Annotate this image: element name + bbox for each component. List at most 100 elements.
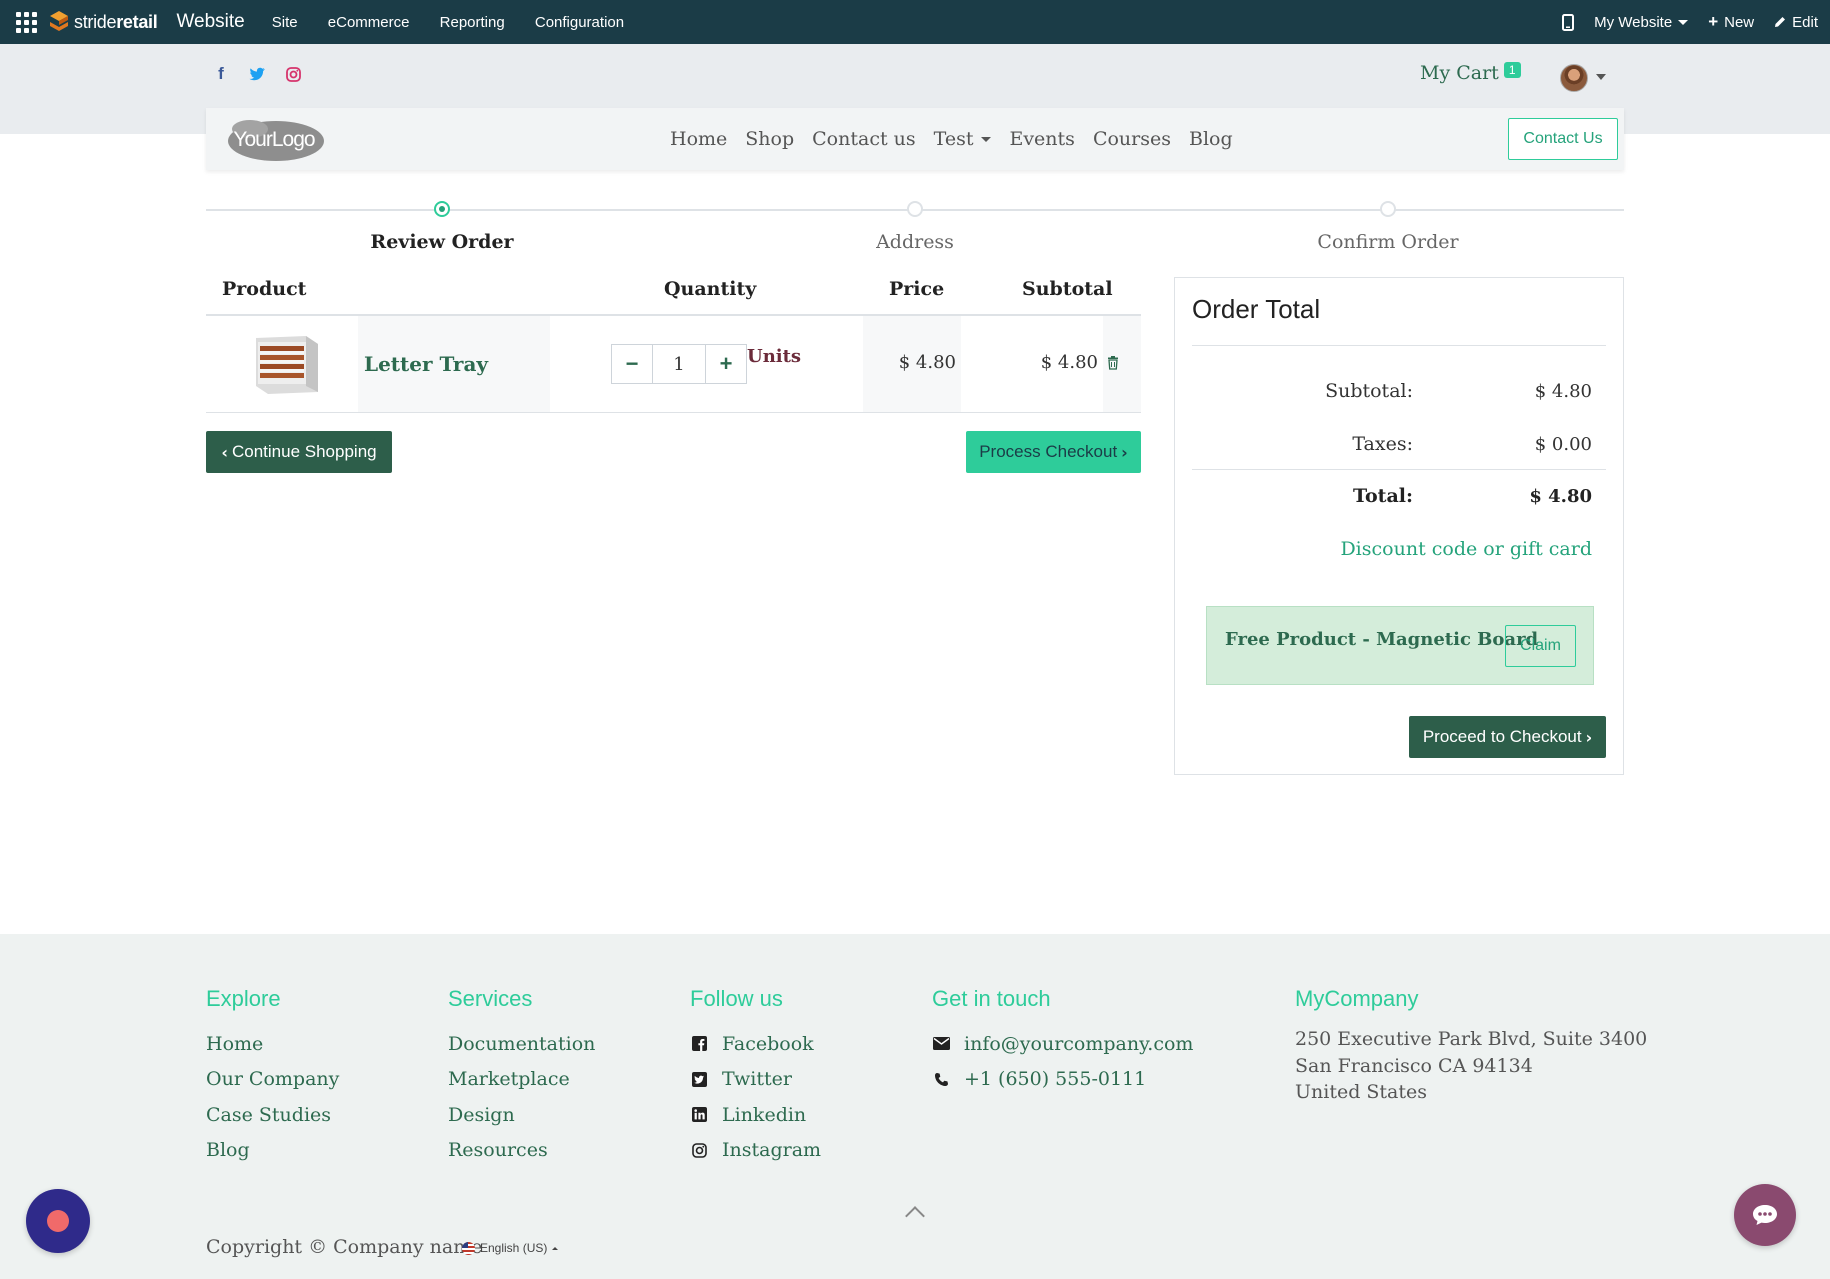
- step-dot-confirm-order: [1380, 201, 1396, 217]
- chevron-down-icon[interactable]: [1596, 74, 1606, 80]
- menu-site[interactable]: Site: [272, 14, 298, 31]
- footer-services-title: Services: [448, 986, 533, 1011]
- claim-button[interactable]: Claim: [1505, 625, 1576, 667]
- footer-address-line: San Francisco CA 94134: [1295, 1054, 1533, 1077]
- chevron-right-icon: ›: [1121, 442, 1128, 462]
- header-price: Price: [889, 278, 945, 300]
- discount-code-link[interactable]: Discount code or gift card: [1340, 538, 1592, 560]
- footer-facebook-label: Facebook: [722, 1032, 814, 1055]
- proceed-to-checkout-button[interactable]: Proceed to Checkout ›: [1409, 716, 1606, 758]
- menu-configuration[interactable]: Configuration: [535, 14, 624, 31]
- nav-courses[interactable]: Courses: [1093, 128, 1171, 150]
- my-cart-label: My Cart: [1420, 62, 1499, 84]
- nav-shop[interactable]: Shop: [745, 128, 794, 150]
- language-label: English (US): [480, 1241, 548, 1255]
- footer-link-design[interactable]: Design: [448, 1097, 595, 1133]
- website-selector[interactable]: My Website: [1594, 13, 1689, 31]
- footer-get-in-touch: Get in touch info@yourcompany.com +1 (65…: [932, 986, 1193, 1097]
- process-checkout-button[interactable]: Process Checkout ›: [966, 431, 1141, 473]
- unit-label: Units: [747, 346, 802, 367]
- my-cart-link[interactable]: My Cart 1: [1420, 62, 1521, 84]
- promo-text: Free Product - Magnetic Board: [1225, 629, 1539, 650]
- taxes-label: Taxes:: [1352, 433, 1413, 455]
- footer-link-case-studies[interactable]: Case Studies: [206, 1097, 339, 1133]
- footer-link-blog[interactable]: Blog: [206, 1133, 339, 1169]
- taxes-value: $ 0.00: [1534, 434, 1592, 455]
- website-selector-label: My Website: [1594, 13, 1673, 31]
- header-product: Product: [222, 278, 307, 300]
- continue-shopping-button[interactable]: ‹ Continue Shopping: [206, 431, 392, 473]
- record-button[interactable]: [26, 1189, 90, 1253]
- admin-topbar: strideretail Website Site eCommerce Repo…: [0, 0, 1830, 44]
- quantity-input[interactable]: 1: [653, 344, 705, 384]
- trash-icon[interactable]: [1107, 356, 1119, 370]
- footer-explore: Explore Home Our Company Case Studies Bl…: [206, 986, 339, 1168]
- app-title[interactable]: Website: [176, 11, 244, 33]
- brand-text-bold: retail: [116, 11, 158, 32]
- your-logo[interactable]: YourLogo: [222, 116, 326, 162]
- contact-us-button[interactable]: Contact Us: [1508, 118, 1618, 160]
- continue-shopping-label: Continue Shopping: [231, 442, 377, 461]
- new-button[interactable]: + New: [1708, 12, 1754, 32]
- footer-link-resources[interactable]: Resources: [448, 1133, 595, 1169]
- header-quantity: Quantity: [664, 278, 757, 300]
- plus-icon: +: [1708, 12, 1719, 31]
- footer-link-twitter[interactable]: Twitter: [690, 1062, 821, 1098]
- quantity-increase-button[interactable]: +: [705, 344, 747, 384]
- mobile-preview-icon[interactable]: [1562, 13, 1575, 31]
- total-value: $ 4.80: [1529, 486, 1592, 507]
- menu-ecommerce[interactable]: eCommerce: [328, 14, 410, 31]
- cart-count-badge: 1: [1503, 62, 1521, 78]
- nav-test-dropdown[interactable]: Test: [934, 128, 992, 150]
- chevron-down-icon: [981, 136, 992, 142]
- brand-logo[interactable]: strideretail: [48, 10, 158, 34]
- instagram-icon[interactable]: [284, 65, 302, 83]
- nav-home[interactable]: Home: [670, 128, 727, 150]
- footer-email-link[interactable]: info@yourcompany.com: [932, 1026, 1193, 1062]
- footer-phone-link[interactable]: +1 (650) 555-0111: [932, 1062, 1193, 1098]
- footer-link-marketplace[interactable]: Marketplace: [448, 1062, 595, 1098]
- line-subtotal: $ 4.80: [1040, 352, 1098, 373]
- subtotal-label: Subtotal:: [1325, 380, 1413, 402]
- footer-follow-us: Follow us Facebook Twitter Linkedin Inst…: [690, 986, 821, 1168]
- footer-email-label: info@yourcompany.com: [964, 1032, 1194, 1055]
- footer-link-linkedin[interactable]: Linkedin: [690, 1097, 821, 1133]
- footer-link-instagram[interactable]: Instagram: [690, 1133, 821, 1169]
- edit-button[interactable]: Edit: [1774, 14, 1818, 31]
- nav-events[interactable]: Events: [1009, 128, 1074, 150]
- nav-test-label: Test: [933, 128, 974, 150]
- pencil-icon: [1775, 17, 1786, 27]
- copyright-text: Copyright © Company name: [206, 1236, 483, 1258]
- product-name-link[interactable]: Letter Tray: [364, 352, 488, 376]
- envelope-icon: [932, 1035, 950, 1053]
- admin-topbar-actions: My Website + New Edit: [1562, 0, 1818, 44]
- quantity-stepper: − 1 +: [611, 344, 747, 384]
- live-chat-button[interactable]: [1734, 1184, 1796, 1246]
- facebook-icon[interactable]: f: [212, 64, 230, 83]
- letter-tray-image[interactable]: [252, 330, 322, 396]
- footer-link-facebook[interactable]: Facebook: [690, 1026, 821, 1062]
- footer-link-documentation[interactable]: Documentation: [448, 1026, 595, 1062]
- plus-icon: +: [719, 351, 733, 376]
- admin-menu: Site eCommerce Reporting Configuration: [259, 14, 637, 31]
- instagram-icon: [690, 1141, 708, 1159]
- footer-company: MyCompany 250 Executive Park Blvd, Suite…: [1295, 986, 1647, 1106]
- nav-contact-us[interactable]: Contact us: [812, 128, 915, 150]
- us-flag-icon: [462, 1241, 475, 1255]
- footer-address-line: 250 Executive Park Blvd, Suite 3400: [1295, 1028, 1648, 1050]
- menu-reporting[interactable]: Reporting: [440, 14, 505, 31]
- apps-menu-icon[interactable]: [14, 10, 38, 34]
- footer-link-home[interactable]: Home: [206, 1026, 339, 1062]
- footer-address-line: United States: [1295, 1081, 1428, 1103]
- quantity-decrease-button[interactable]: −: [611, 344, 653, 384]
- nav-blog[interactable]: Blog: [1189, 128, 1233, 150]
- footer-twitter-label: Twitter: [722, 1068, 792, 1091]
- user-avatar[interactable]: [1560, 64, 1588, 92]
- social-links: f: [212, 64, 302, 83]
- footer-link-our-company[interactable]: Our Company: [206, 1062, 339, 1098]
- twitter-icon[interactable]: [248, 65, 266, 83]
- site-footer: Explore Home Our Company Case Studies Bl…: [0, 934, 1830, 1279]
- linkedin-square-icon: [690, 1106, 708, 1124]
- language-selector[interactable]: English (US): [462, 1241, 559, 1255]
- footer-instagram-label: Instagram: [722, 1139, 822, 1162]
